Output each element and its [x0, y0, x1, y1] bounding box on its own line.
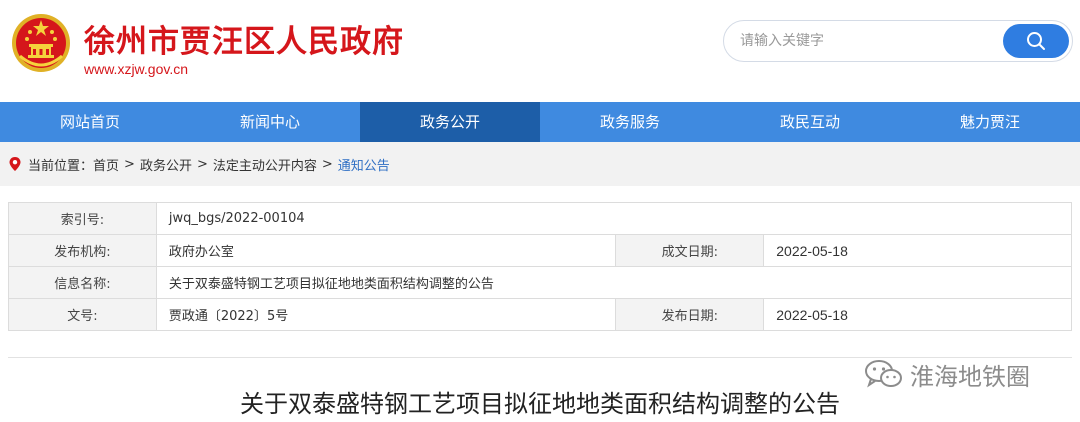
doc-number-label: 文号:: [8, 298, 157, 331]
breadcrumb-home[interactable]: 首页: [93, 155, 119, 174]
main-nav: 网站首页 新闻中心 政务公开 政务服务 政民互动 魅力贾汪: [0, 102, 1080, 142]
location-pin-icon: [9, 157, 21, 171]
search-input[interactable]: [740, 30, 990, 52]
search-icon: [1027, 32, 1045, 50]
org-label: 发布机构:: [8, 234, 157, 267]
nav-item-news[interactable]: 新闻中心: [180, 102, 360, 142]
nav-item-home[interactable]: 网站首页: [0, 102, 180, 142]
article-title: 关于双泰盛特钢工艺项目拟征地地类面积结构调整的公告: [240, 390, 840, 418]
table-row: 索引号: jwq_bgs/2022-00104: [8, 202, 1073, 235]
publish-date-label: 发布日期:: [615, 298, 765, 331]
info-table: 索引号: jwq_bgs/2022-00104 发布机构: 政府办公室 成文日期…: [8, 202, 1073, 331]
site-url[interactable]: www.xzjw.gov.cn: [84, 61, 188, 77]
table-row: 文号: 贾政通〔2022〕5号 发布日期: 2022-05-18: [8, 298, 1072, 331]
breadcrumb-statutory-content[interactable]: 法定主动公开内容: [213, 155, 317, 174]
breadcrumb-separator: >: [321, 156, 333, 172]
table-row: 信息名称: 关于双泰盛特钢工艺项目拟征地地类面积结构调整的公告: [8, 266, 1073, 299]
search-button[interactable]: [1003, 24, 1069, 58]
national-emblem-icon[interactable]: [10, 12, 72, 74]
index-value: jwq_bgs/2022-00104: [155, 202, 1073, 235]
site-header: 徐州市贾汪区人民政府 www.xzjw.gov.cn: [0, 0, 1080, 102]
search-box: [723, 20, 1073, 62]
info-name-value: 关于双泰盛特钢工艺项目拟征地地类面积结构调整的公告: [155, 266, 1073, 299]
written-date-label: 成文日期:: [615, 234, 765, 267]
nav-item-gov-affairs-open[interactable]: 政务公开: [360, 102, 540, 142]
breadcrumb: 当前位置： 首页 > 政务公开 > 法定主动公开内容 > 通知公告: [0, 142, 1080, 186]
publish-date-value: 2022-05-18: [763, 298, 1072, 331]
table-row: 发布机构: 政府办公室 成文日期: 2022-05-18: [8, 234, 1072, 267]
breadcrumb-prefix: 当前位置：: [28, 158, 94, 174]
org-value: 政府办公室: [155, 234, 617, 267]
nav-item-charm-jiawang[interactable]: 魅力贾汪: [900, 102, 1080, 142]
site-title[interactable]: 徐州市贾汪区人民政府: [84, 16, 404, 61]
index-label: 索引号:: [8, 202, 157, 235]
nav-item-interaction[interactable]: 政民互动: [720, 102, 900, 142]
breadcrumb-separator: >: [196, 156, 208, 172]
breadcrumb-gov-affairs-open[interactable]: 政务公开: [140, 155, 192, 174]
doc-number-value: 贾政通〔2022〕5号: [155, 298, 617, 331]
breadcrumb-separator: >: [124, 156, 135, 172]
written-date-value: 2022-05-18: [763, 234, 1072, 267]
info-name-label: 信息名称:: [8, 266, 157, 299]
nav-item-gov-services[interactable]: 政务服务: [540, 102, 720, 142]
breadcrumb-current[interactable]: 通知公告: [338, 155, 390, 174]
